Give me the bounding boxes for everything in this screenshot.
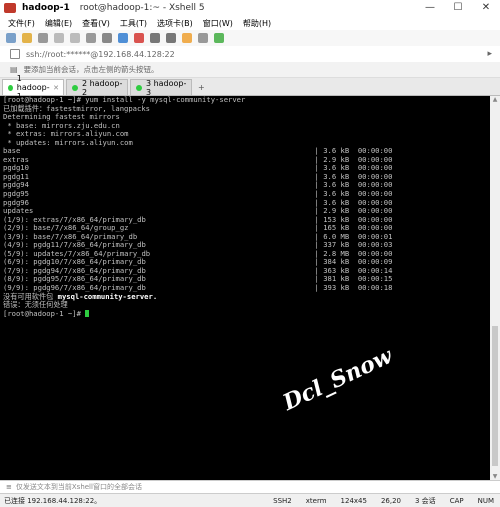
terminal-cursor — [85, 310, 90, 318]
new-session-icon[interactable] — [6, 33, 16, 43]
toolbar — [0, 30, 500, 47]
session-hint-bar: ▤ 要添加当前会话，点击左侧的箭头按钮。 — [0, 62, 500, 78]
compose-menu-icon[interactable]: ≡ — [6, 483, 12, 491]
address-input[interactable]: ssh://root:******@192.168.44.128:22 — [26, 50, 175, 59]
status-size: 124x45 — [340, 496, 367, 505]
address-bar: ssh://root:******@192.168.44.128:22 ▸ — [0, 46, 500, 63]
search-icon[interactable] — [86, 33, 96, 43]
window-controls: — ☐ ✕ — [416, 0, 500, 16]
tab-hadoop-1[interactable]: 1 hadoop-1 ✕ — [2, 74, 64, 101]
window-tab-title: hadoop-1 — [22, 3, 70, 13]
menu-file[interactable]: 文件(F) — [8, 18, 35, 29]
close-button[interactable]: ✕ — [472, 0, 500, 16]
terminal[interactable]: [root@hadoop-1 ~]# yum install -y mysql-… — [0, 96, 490, 480]
xshell-app-icon — [4, 3, 16, 13]
keyboard-icon[interactable] — [166, 33, 176, 43]
open-folder-icon[interactable] — [22, 33, 32, 43]
print-icon[interactable] — [102, 33, 112, 43]
status-terminal-type: xterm — [305, 496, 327, 505]
status-num: NUM — [477, 496, 494, 505]
terminal-prompt-line: [root@hadoop-1 ~]# — [0, 308, 490, 319]
status-bar: 已连接 192.168.44.128:22。 SSH2 xterm 124x45… — [0, 493, 500, 507]
status-cursor-pos: 26,20 — [380, 496, 401, 505]
status-sessions: 3 会话 — [415, 496, 436, 505]
add-tab-button[interactable]: + — [198, 80, 205, 95]
no-package-name: mysql-community-server. — [57, 291, 158, 301]
address-go-icon[interactable]: ▸ — [487, 49, 492, 59]
script-icon[interactable] — [182, 33, 192, 43]
menu-window[interactable]: 窗口(W) — [203, 18, 233, 29]
bookmark-icon[interactable]: ▤ — [10, 65, 18, 74]
session-tab-bar: 1 hadoop-1 ✕ 2 hadoop-2 3 hadoop-3 + — [0, 74, 500, 101]
status-connection: 已连接 192.168.44.128:22。 — [4, 496, 102, 505]
terminal-scrollbar[interactable]: ▲ ▼ — [490, 96, 500, 480]
scrollbar-thumb[interactable] — [492, 326, 498, 466]
tab-hadoop-3[interactable]: 3 hadoop-3 — [130, 78, 192, 97]
terminal-no-package-line: 没有可用软件包 mysql-community-server. — [0, 291, 490, 302]
terminal-prompt: [root@hadoop-1 ~]# — [3, 308, 86, 318]
copy-icon[interactable] — [54, 33, 64, 43]
tab-close-icon[interactable]: ✕ — [53, 84, 59, 92]
paste-icon[interactable] — [70, 33, 80, 43]
globe-icon[interactable] — [118, 33, 128, 43]
connect-icon[interactable] — [38, 33, 48, 43]
menu-bar: 文件(F) 编辑(E) 查看(V) 工具(T) 选项卡(B) 窗口(W) 帮助(… — [0, 16, 500, 30]
menu-tools[interactable]: 工具(T) — [120, 18, 147, 29]
layout-icon[interactable] — [198, 33, 208, 43]
title-bar: hadoop-1 root@hadoop-1:~ - Xshell 5 — ☐ … — [0, 0, 500, 16]
compose-input[interactable]: 仅发送文本到当前Xshell窗口的全部会话 — [16, 482, 142, 492]
menu-view[interactable]: 查看(V) — [82, 18, 110, 29]
tab-label: 3 hadoop-3 — [145, 78, 187, 97]
menu-tabs[interactable]: 选项卡(B) — [157, 18, 193, 29]
menu-edit[interactable]: 编辑(E) — [45, 18, 72, 29]
window-title: root@hadoop-1:~ - Xshell 5 — [79, 3, 205, 13]
scroll-up-icon[interactable]: ▲ — [490, 96, 500, 103]
address-lock-icon — [10, 49, 20, 59]
tab-label: 2 hadoop-2 — [81, 78, 123, 97]
status-caps: CAP — [449, 496, 464, 505]
xftp-icon[interactable] — [134, 33, 144, 43]
help-icon[interactable] — [214, 33, 224, 43]
connected-status-icon — [136, 84, 142, 91]
tab-hadoop-2[interactable]: 2 hadoop-2 — [66, 78, 128, 97]
maximize-button[interactable]: ☐ — [444, 0, 472, 16]
minimize-button[interactable]: — — [416, 0, 444, 16]
connected-status-icon — [8, 84, 13, 91]
lock-icon[interactable] — [150, 33, 160, 43]
scroll-down-icon[interactable]: ▼ — [490, 473, 500, 480]
connected-status-icon — [72, 84, 78, 91]
status-protocol: SSH2 — [273, 496, 292, 505]
menu-help[interactable]: 帮助(H) — [243, 18, 271, 29]
compose-bar: ≡ 仅发送文本到当前Xshell窗口的全部会话 — [0, 480, 500, 493]
